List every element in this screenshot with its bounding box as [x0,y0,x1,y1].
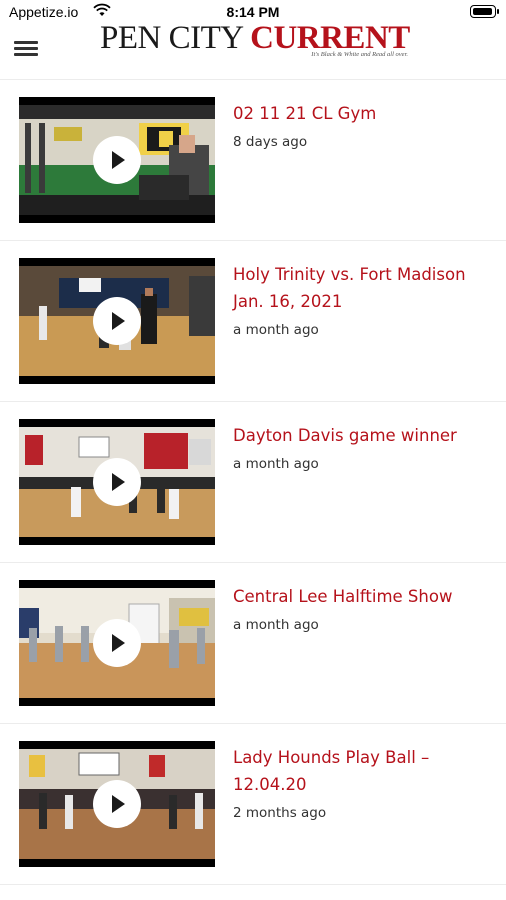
menu-icon[interactable] [14,38,38,58]
video-list: 02 11 21 CL Gym 8 days ago Holy Trinity … [0,80,506,885]
video-title[interactable]: Central Lee Halftime Show [233,583,493,610]
video-thumbnail[interactable] [19,258,215,384]
logo-tagline: It's Black & White and Read all over. [311,51,408,58]
battery-icon [470,5,499,18]
play-icon[interactable] [93,136,141,184]
video-title[interactable]: Dayton Davis game winner [233,422,493,449]
video-title[interactable]: Lady Hounds Play Ball – 12.04.20 [233,744,493,798]
play-icon[interactable] [93,297,141,345]
video-title[interactable]: Holy Trinity vs. Fort Madison Jan. 16, 2… [233,261,493,315]
play-icon[interactable] [93,780,141,828]
video-list-item[interactable]: Holy Trinity vs. Fort Madison Jan. 16, 2… [0,241,506,402]
video-age: 2 months ago [233,805,327,821]
video-title[interactable]: 02 11 21 CL Gym [233,100,493,127]
video-age: a month ago [233,322,319,338]
video-list-item[interactable]: Lady Hounds Play Ball – 12.04.20 2 month… [0,724,506,885]
video-thumbnail[interactable] [19,97,215,223]
video-age: a month ago [233,617,319,633]
video-list-item[interactable]: Dayton Davis game winner a month ago [0,402,506,563]
video-thumbnail[interactable] [19,419,215,545]
play-icon[interactable] [93,458,141,506]
video-list-item[interactable]: 02 11 21 CL Gym 8 days ago [0,80,506,241]
video-thumbnail[interactable] [19,741,215,867]
video-thumbnail[interactable] [19,580,215,706]
app-header: PEN CITY CURRENT It's Black & White and … [0,21,506,80]
video-list-item[interactable]: Central Lee Halftime Show a month ago [0,563,506,724]
video-age: a month ago [233,456,319,472]
logo-text-pen-city: PEN CITY [100,20,251,56]
video-age: 8 days ago [233,134,308,150]
status-time: 8:14 PM [226,4,280,20]
site-logo[interactable]: PEN CITY CURRENT It's Black & White and … [100,21,410,71]
play-icon[interactable] [93,619,141,667]
